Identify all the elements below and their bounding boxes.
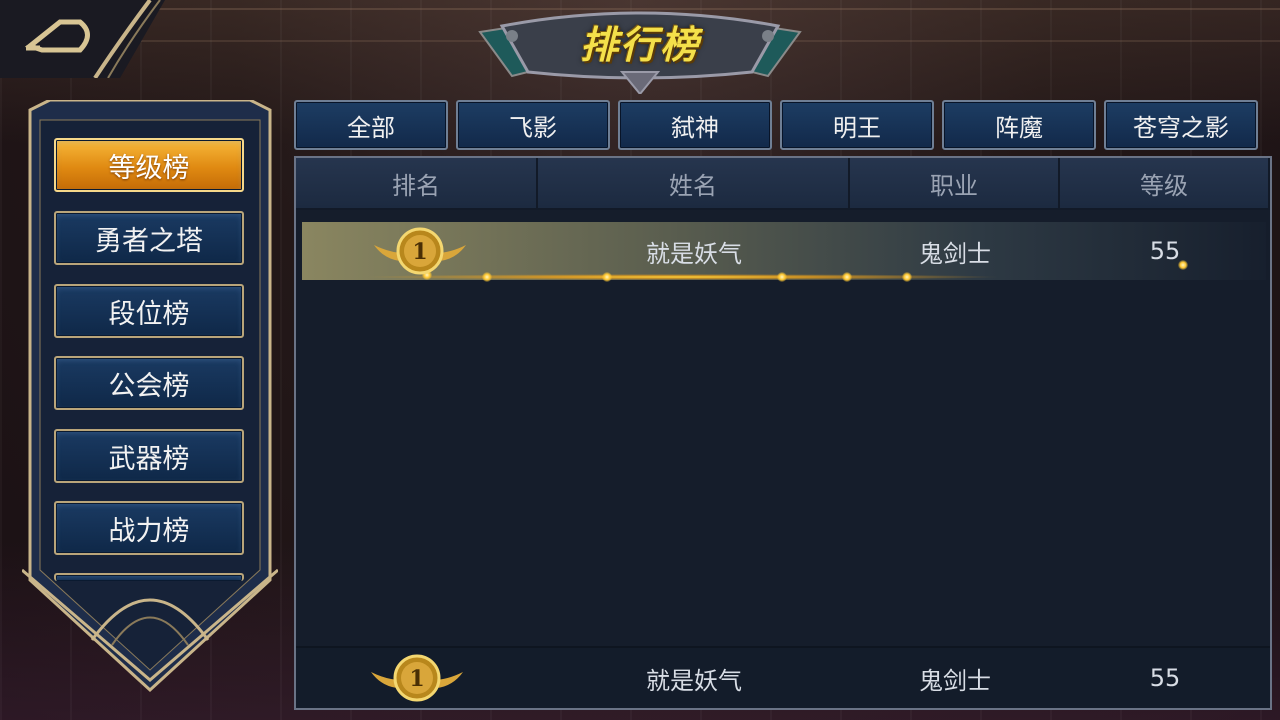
my-level-cell: 55 <box>1149 664 1181 692</box>
tab-zhenmo[interactable]: 阵魔 <box>942 100 1096 150</box>
side-menu-panel: 等级榜 勇者之塔 段位榜 公会榜 武器榜 战力榜 <box>22 100 278 700</box>
tab-all[interactable]: 全部 <box>294 100 448 150</box>
tab-shishen[interactable]: 弑神 <box>618 100 772 150</box>
side-item-power-rank[interactable]: 战力榜 <box>54 501 244 555</box>
side-item-guild-rank[interactable]: 公会榜 <box>54 356 244 410</box>
side-item-more[interactable] <box>54 573 244 581</box>
my-class-cell: 鬼剑士 <box>919 666 991 695</box>
back-button[interactable] <box>0 0 170 78</box>
medal-rank-number: 1 <box>409 666 424 692</box>
name-cell: 就是妖气 <box>646 239 742 268</box>
column-header-name: 姓名 <box>538 158 850 210</box>
side-item-weapon-rank[interactable]: 武器榜 <box>54 429 244 483</box>
gold-medal-icon: 1 <box>374 227 466 275</box>
side-item-level-rank[interactable]: 等级榜 <box>54 138 244 192</box>
gold-medal-icon: 1 <box>371 654 463 702</box>
ranking-board: 排名 姓名 职业 等级 1 就是妖气 鬼剑士 55 1 就是妖气 鬼剑士 55 <box>294 156 1272 710</box>
table-row[interactable]: 1 就是妖气 鬼剑士 55 <box>302 222 1266 282</box>
column-header-class: 职业 <box>850 158 1060 210</box>
my-name-cell: 就是妖气 <box>646 666 742 695</box>
class-cell: 鬼剑士 <box>919 239 991 268</box>
my-rank-row: 1 就是妖气 鬼剑士 55 <box>296 646 1270 708</box>
tab-feiying[interactable]: 飞影 <box>456 100 610 150</box>
my-rank-cell: 1 <box>296 648 538 708</box>
column-header-level: 等级 <box>1060 158 1270 210</box>
side-item-hero-tower[interactable]: 勇者之塔 <box>54 211 244 265</box>
column-header-rank: 排名 <box>296 158 538 210</box>
class-tabs: 全部 飞影 弑神 明王 阵魔 苍穹之影 <box>294 100 1280 150</box>
tab-cangqiong[interactable]: 苍穹之影 <box>1104 100 1258 150</box>
rank-cell: 1 <box>302 222 538 280</box>
level-cell: 55 <box>1149 237 1181 265</box>
title-emblem: 排行榜 <box>472 6 808 94</box>
page-title: 排行榜 <box>579 23 700 67</box>
tab-mingwang[interactable]: 明王 <box>780 100 934 150</box>
medal-rank-number: 1 <box>412 239 427 265</box>
back-arrow-icon <box>0 0 165 78</box>
side-item-tier-rank[interactable]: 段位榜 <box>54 284 244 338</box>
